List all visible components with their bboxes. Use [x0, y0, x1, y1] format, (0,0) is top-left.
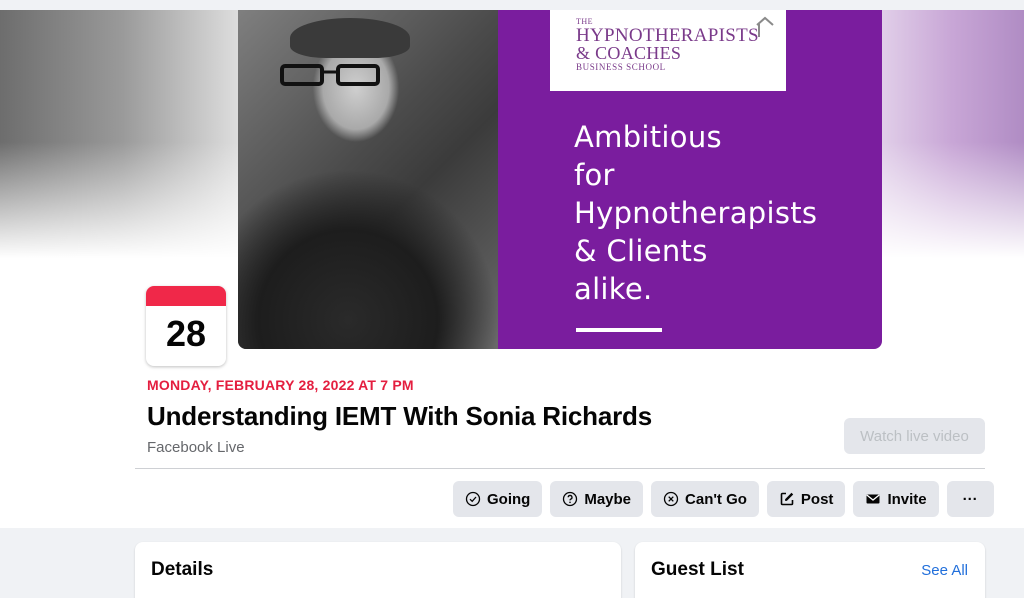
portrait-hair	[290, 18, 410, 58]
more-options-button[interactable]: ···	[946, 481, 994, 517]
see-all-link[interactable]: See All	[921, 562, 968, 579]
date-badge-day: 28	[165, 313, 207, 354]
glasses-shape	[280, 64, 380, 86]
tagline-underline	[576, 328, 662, 332]
logo-line-3: & COACHES	[576, 43, 682, 63]
details-title: Details	[151, 559, 214, 580]
compose-icon	[780, 492, 794, 506]
cover-photo-portrait	[238, 10, 498, 349]
school-logo: THE HYPNOTHERAPISTS & COACHES BUSINESS S…	[550, 10, 786, 91]
check-circle-icon	[465, 491, 481, 507]
more-icon: ···	[962, 490, 978, 508]
cant-go-button[interactable]: Can't Go	[651, 481, 759, 517]
post-label: Post	[800, 490, 834, 508]
house-logo-icon	[756, 16, 774, 37]
question-circle-icon	[563, 491, 578, 507]
promo-tagline: Ambitious for Hypnotherapists & Clients …	[574, 118, 817, 308]
cant-go-label: Can't Go	[685, 490, 747, 508]
header-divider	[135, 468, 985, 469]
maybe-label: Maybe	[584, 490, 632, 508]
event-actions: Going Maybe Can't Go Post Invite ···	[453, 481, 994, 517]
tagline-line: Hypnotherapists	[574, 196, 818, 230]
x-circle-icon	[663, 491, 679, 507]
envelope-icon	[866, 494, 881, 504]
top-bar	[0, 0, 1024, 10]
going-label: Going	[487, 490, 531, 508]
watch-live-video-button[interactable]: Watch live video	[844, 418, 985, 454]
details-card: Details	[135, 542, 621, 598]
event-location: Facebook Live	[147, 439, 245, 456]
event-cover-image: THE HYPNOTHERAPISTS & COACHES BUSINESS S…	[238, 10, 882, 349]
event-title: Understanding IEMT With Sonia Richards	[147, 401, 652, 431]
date-badge-band	[146, 286, 226, 306]
going-button[interactable]: Going	[453, 481, 543, 517]
event-date: MONDAY, FEBRUARY 28, 2022 AT 7 PM	[147, 377, 414, 393]
guest-list-card: Guest List See All	[635, 542, 985, 598]
date-badge: 28	[146, 286, 226, 366]
maybe-button[interactable]: Maybe	[550, 481, 644, 517]
promo-panel: THE HYPNOTHERAPISTS & COACHES BUSINESS S…	[498, 10, 882, 349]
post-button[interactable]: Post	[766, 481, 846, 517]
tagline-line: Ambitious	[574, 120, 722, 154]
tagline-line: alike.	[574, 272, 653, 306]
invite-label: Invite	[887, 490, 927, 508]
invite-button[interactable]: Invite	[853, 481, 939, 517]
tagline-line: & Clients	[574, 234, 708, 268]
guest-list-title: Guest List	[651, 559, 744, 580]
tagline-line: for	[574, 158, 615, 192]
